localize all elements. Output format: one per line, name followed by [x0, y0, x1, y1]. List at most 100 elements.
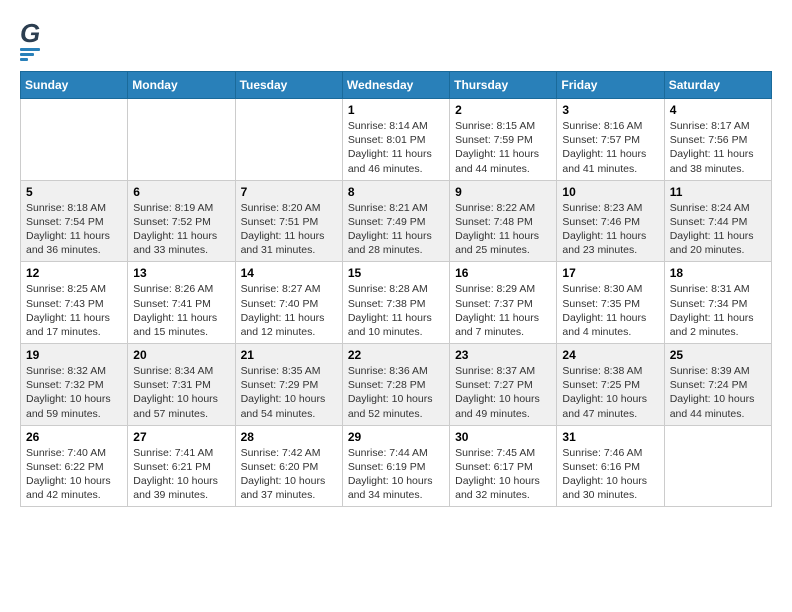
calendar-cell: [128, 99, 235, 181]
calendar-cell: 11 Sunrise: 8:24 AM Sunset: 7:44 PM Dayli…: [664, 180, 771, 262]
weekday-header-monday: Monday: [128, 72, 235, 99]
day-info: Sunrise: 8:20 AM Sunset: 7:51 PM Dayligh…: [241, 201, 337, 258]
day-info: Sunrise: 8:38 AM Sunset: 7:25 PM Dayligh…: [562, 364, 658, 421]
calendar-cell: 4Sunrise: 8:17 AM Sunset: 7:56 PM Daylig…: [664, 99, 771, 181]
day-number: 23: [455, 348, 551, 362]
weekday-header-sunday: Sunday: [21, 72, 128, 99]
day-number: 21: [241, 348, 337, 362]
calendar-cell: 31Sunrise: 7:46 AM Sunset: 6:16 PM Dayli…: [557, 425, 664, 507]
calendar-cell: 23 Sunrise: 8:37 AM Sunset: 7:27 PM Dayli…: [450, 344, 557, 426]
calendar-cell: 25 Sunrise: 8:39 AM Sunset: 7:24 PM Dayli…: [664, 344, 771, 426]
day-info: Sunrise: 8:21 AM Sunset: 7:49 PM Dayligh…: [348, 201, 444, 258]
calendar-cell: 29Sunrise: 7:44 AM Sunset: 6:19 PM Dayli…: [342, 425, 449, 507]
day-number: 24: [562, 348, 658, 362]
calendar-cell: 18 Sunrise: 8:31 AM Sunset: 7:34 PM Dayli…: [664, 262, 771, 344]
calendar-cell: [21, 99, 128, 181]
page-header: G: [20, 20, 772, 61]
day-info: Sunrise: 8:19 AM Sunset: 7:52 PM Dayligh…: [133, 201, 229, 258]
day-number: 30: [455, 430, 551, 444]
day-number: 14: [241, 266, 337, 280]
day-info: Sunrise: 8:28 AM Sunset: 7:38 PM Dayligh…: [348, 282, 444, 339]
calendar-cell: 27Sunrise: 7:41 AM Sunset: 6:21 PM Dayli…: [128, 425, 235, 507]
calendar-cell: 20 Sunrise: 8:34 AM Sunset: 7:31 PM Dayli…: [128, 344, 235, 426]
calendar-cell: 30 Sunrise: 7:45 AM Sunset: 6:17 PM Dayli…: [450, 425, 557, 507]
calendar-cell: 9Sunrise: 8:22 AM Sunset: 7:48 PM Daylig…: [450, 180, 557, 262]
logo-g-letter: G: [20, 20, 40, 46]
calendar-cell: 24 Sunrise: 8:38 AM Sunset: 7:25 PM Dayli…: [557, 344, 664, 426]
day-number: 17: [562, 266, 658, 280]
day-number: 19: [26, 348, 122, 362]
day-number: 15: [348, 266, 444, 280]
day-number: 2: [455, 103, 551, 117]
calendar-cell: 10Sunrise: 8:23 AM Sunset: 7:46 PM Dayli…: [557, 180, 664, 262]
day-info: Sunrise: 8:17 AM Sunset: 7:56 PM Dayligh…: [670, 119, 766, 176]
day-info: Sunrise: 8:24 AM Sunset: 7:44 PM Dayligh…: [670, 201, 766, 258]
calendar-cell: 15 Sunrise: 8:28 AM Sunset: 7:38 PM Dayli…: [342, 262, 449, 344]
weekday-header-row: SundayMondayTuesdayWednesdayThursdayFrid…: [21, 72, 772, 99]
day-info: Sunrise: 7:42 AM Sunset: 6:20 PM Dayligh…: [241, 446, 337, 503]
day-info: Sunrise: 8:31 AM Sunset: 7:34 PM Dayligh…: [670, 282, 766, 339]
day-number: 26: [26, 430, 122, 444]
weekday-header-thursday: Thursday: [450, 72, 557, 99]
day-info: Sunrise: 7:44 AM Sunset: 6:19 PM Dayligh…: [348, 446, 444, 503]
calendar-cell: 13 Sunrise: 8:26 AM Sunset: 7:41 PM Dayli…: [128, 262, 235, 344]
calendar-cell: 5 Sunrise: 8:18 AM Sunset: 7:54 PM Daylig…: [21, 180, 128, 262]
day-info: Sunrise: 7:46 AM Sunset: 6:16 PM Dayligh…: [562, 446, 658, 503]
calendar-cell: 22 Sunrise: 8:36 AM Sunset: 7:28 PM Dayli…: [342, 344, 449, 426]
calendar-cell: 3 Sunrise: 8:16 AM Sunset: 7:57 PM Daylig…: [557, 99, 664, 181]
calendar-cell: 26 Sunrise: 7:40 AM Sunset: 6:22 PM Dayli…: [21, 425, 128, 507]
calendar-week-row: 19 Sunrise: 8:32 AM Sunset: 7:32 PM Dayli…: [21, 344, 772, 426]
day-info: Sunrise: 8:23 AM Sunset: 7:46 PM Dayligh…: [562, 201, 658, 258]
calendar-cell: 6 Sunrise: 8:19 AM Sunset: 7:52 PM Daylig…: [128, 180, 235, 262]
logo: G: [20, 20, 50, 61]
calendar-cell: 7 Sunrise: 8:20 AM Sunset: 7:51 PM Daylig…: [235, 180, 342, 262]
calendar-table: SundayMondayTuesdayWednesdayThursdayFrid…: [20, 71, 772, 507]
weekday-header-tuesday: Tuesday: [235, 72, 342, 99]
day-number: 20: [133, 348, 229, 362]
day-number: 6: [133, 185, 229, 199]
day-number: 5: [26, 185, 122, 199]
calendar-cell: 19 Sunrise: 8:32 AM Sunset: 7:32 PM Dayli…: [21, 344, 128, 426]
day-number: 18: [670, 266, 766, 280]
calendar-cell: 12Sunrise: 8:25 AM Sunset: 7:43 PM Dayli…: [21, 262, 128, 344]
calendar-cell: 16Sunrise: 8:29 AM Sunset: 7:37 PM Dayli…: [450, 262, 557, 344]
day-number: 28: [241, 430, 337, 444]
day-info: Sunrise: 7:40 AM Sunset: 6:22 PM Dayligh…: [26, 446, 122, 503]
calendar-cell: 28 Sunrise: 7:42 AM Sunset: 6:20 PM Dayli…: [235, 425, 342, 507]
day-info: Sunrise: 8:27 AM Sunset: 7:40 PM Dayligh…: [241, 282, 337, 339]
calendar-cell: 2 Sunrise: 8:15 AM Sunset: 7:59 PM Daylig…: [450, 99, 557, 181]
day-info: Sunrise: 8:36 AM Sunset: 7:28 PM Dayligh…: [348, 364, 444, 421]
day-number: 8: [348, 185, 444, 199]
day-number: 25: [670, 348, 766, 362]
weekday-header-friday: Friday: [557, 72, 664, 99]
day-info: Sunrise: 8:14 AM Sunset: 8:01 PM Dayligh…: [348, 119, 444, 176]
calendar-cell: 14 Sunrise: 8:27 AM Sunset: 7:40 PM Dayli…: [235, 262, 342, 344]
day-info: Sunrise: 8:39 AM Sunset: 7:24 PM Dayligh…: [670, 364, 766, 421]
calendar-week-row: 5 Sunrise: 8:18 AM Sunset: 7:54 PM Daylig…: [21, 180, 772, 262]
day-info: Sunrise: 8:22 AM Sunset: 7:48 PM Dayligh…: [455, 201, 551, 258]
day-info: Sunrise: 8:26 AM Sunset: 7:41 PM Dayligh…: [133, 282, 229, 339]
day-info: Sunrise: 8:32 AM Sunset: 7:32 PM Dayligh…: [26, 364, 122, 421]
calendar-cell: 17Sunrise: 8:30 AM Sunset: 7:35 PM Dayli…: [557, 262, 664, 344]
day-info: Sunrise: 8:16 AM Sunset: 7:57 PM Dayligh…: [562, 119, 658, 176]
logo-stripes: [20, 48, 40, 61]
day-info: Sunrise: 7:41 AM Sunset: 6:21 PM Dayligh…: [133, 446, 229, 503]
weekday-header-wednesday: Wednesday: [342, 72, 449, 99]
calendar-cell: [235, 99, 342, 181]
day-number: 22: [348, 348, 444, 362]
calendar-cell: 21Sunrise: 8:35 AM Sunset: 7:29 PM Dayli…: [235, 344, 342, 426]
day-info: Sunrise: 7:45 AM Sunset: 6:17 PM Dayligh…: [455, 446, 551, 503]
day-info: Sunrise: 8:18 AM Sunset: 7:54 PM Dayligh…: [26, 201, 122, 258]
calendar-week-row: 12Sunrise: 8:25 AM Sunset: 7:43 PM Dayli…: [21, 262, 772, 344]
day-number: 3: [562, 103, 658, 117]
day-number: 7: [241, 185, 337, 199]
day-info: Sunrise: 8:34 AM Sunset: 7:31 PM Dayligh…: [133, 364, 229, 421]
day-number: 11: [670, 185, 766, 199]
calendar-cell: 1 Sunrise: 8:14 AM Sunset: 8:01 PM Daylig…: [342, 99, 449, 181]
calendar-cell: [664, 425, 771, 507]
day-info: Sunrise: 8:15 AM Sunset: 7:59 PM Dayligh…: [455, 119, 551, 176]
day-number: 13: [133, 266, 229, 280]
day-number: 1: [348, 103, 444, 117]
day-info: Sunrise: 8:37 AM Sunset: 7:27 PM Dayligh…: [455, 364, 551, 421]
day-number: 12: [26, 266, 122, 280]
